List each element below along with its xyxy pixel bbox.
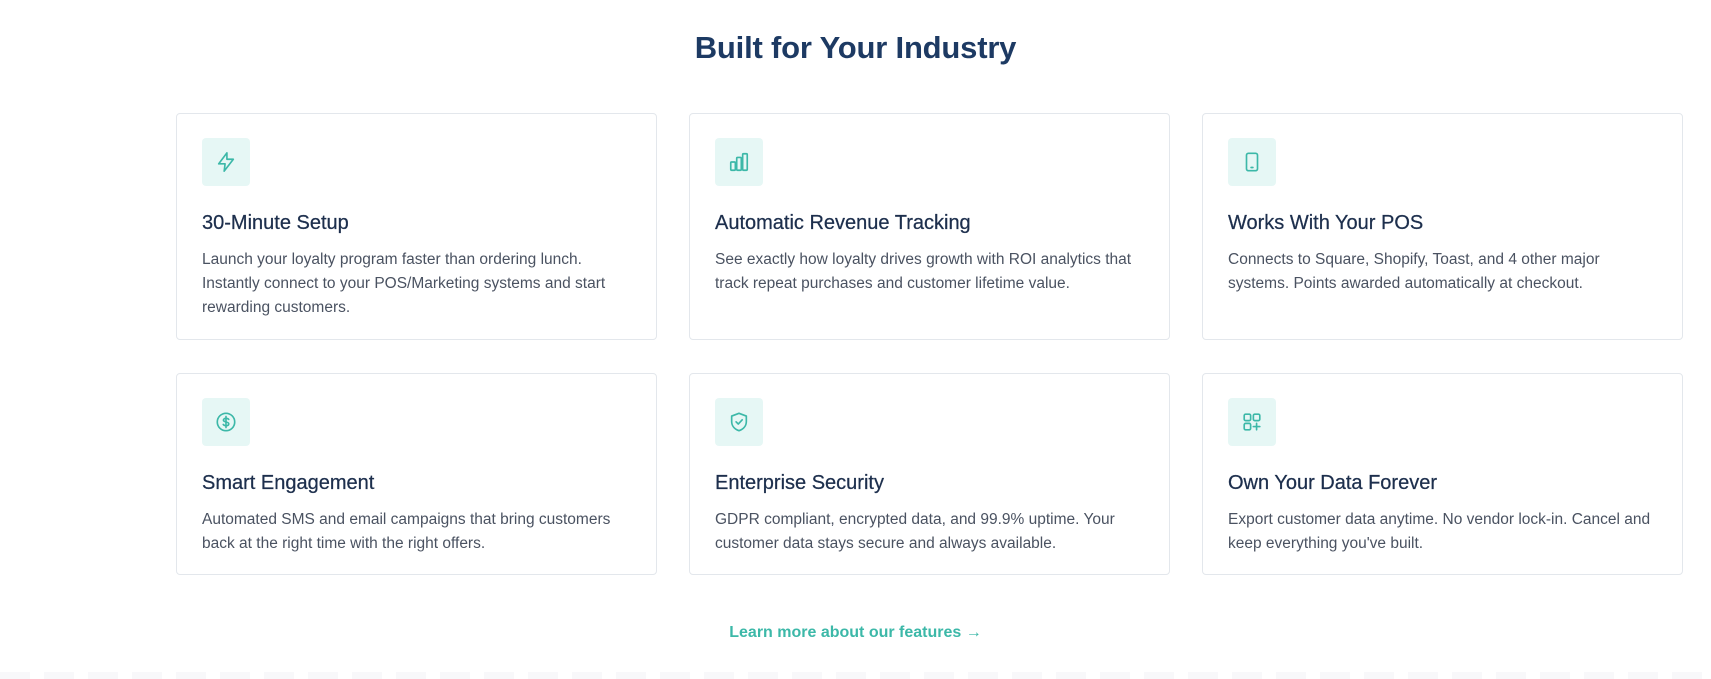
feature-card-revenue-tracking: Automatic Revenue Tracking See exactly h… [689,113,1170,340]
feature-description: GDPR compliant, encrypted data, and 99.9… [715,511,1115,552]
feature-title: Own Your Data Forever [1228,472,1437,494]
feature-description: See exactly how loyalty drives growth wi… [715,251,1132,292]
grid-plus-icon [1228,398,1276,446]
section-title: Built for Your Industry [694,30,1017,65]
shield-check-icon [715,398,763,446]
feature-title: Automatic Revenue Tracking [715,212,971,234]
feature-card-pos: Works With Your POS Connects to Square, … [1202,113,1683,340]
smartphone-icon [1228,138,1276,186]
features-section: Built for Your Industry 30-Minute Setup … [0,0,1711,679]
bar-chart-icon [715,138,763,186]
feature-card-security: Enterprise Security GDPR compliant, encr… [689,373,1170,575]
feature-card-data-ownership: Own Your Data Forever Export customer da… [1202,373,1683,575]
feature-title: Works With Your POS [1228,212,1424,234]
feature-description: Automated SMS and email campaigns that b… [202,511,611,552]
lightning-icon [202,138,250,186]
dollar-circle-icon [202,398,250,446]
feature-card-setup: 30-Minute Setup Launch your loyalty prog… [176,113,657,340]
feature-description: Launch your loyalty program faster than … [202,251,606,316]
feature-title: Enterprise Security [715,472,884,494]
bottom-divider [0,672,1711,679]
feature-card-engagement: Smart Engagement Automated SMS and email… [176,373,657,575]
feature-title: 30-Minute Setup [202,212,349,234]
feature-description: Export customer data anytime. No vendor … [1228,511,1651,552]
learn-more-link-wrapper: Learn more about our features → [0,624,1711,642]
feature-description: Connects to Square, Shopify, Toast, and … [1228,251,1600,292]
features-grid: 30-Minute Setup Launch your loyalty prog… [176,113,1683,575]
learn-more-link[interactable]: Learn more about our features → [729,624,982,641]
feature-title: Smart Engagement [202,472,375,494]
